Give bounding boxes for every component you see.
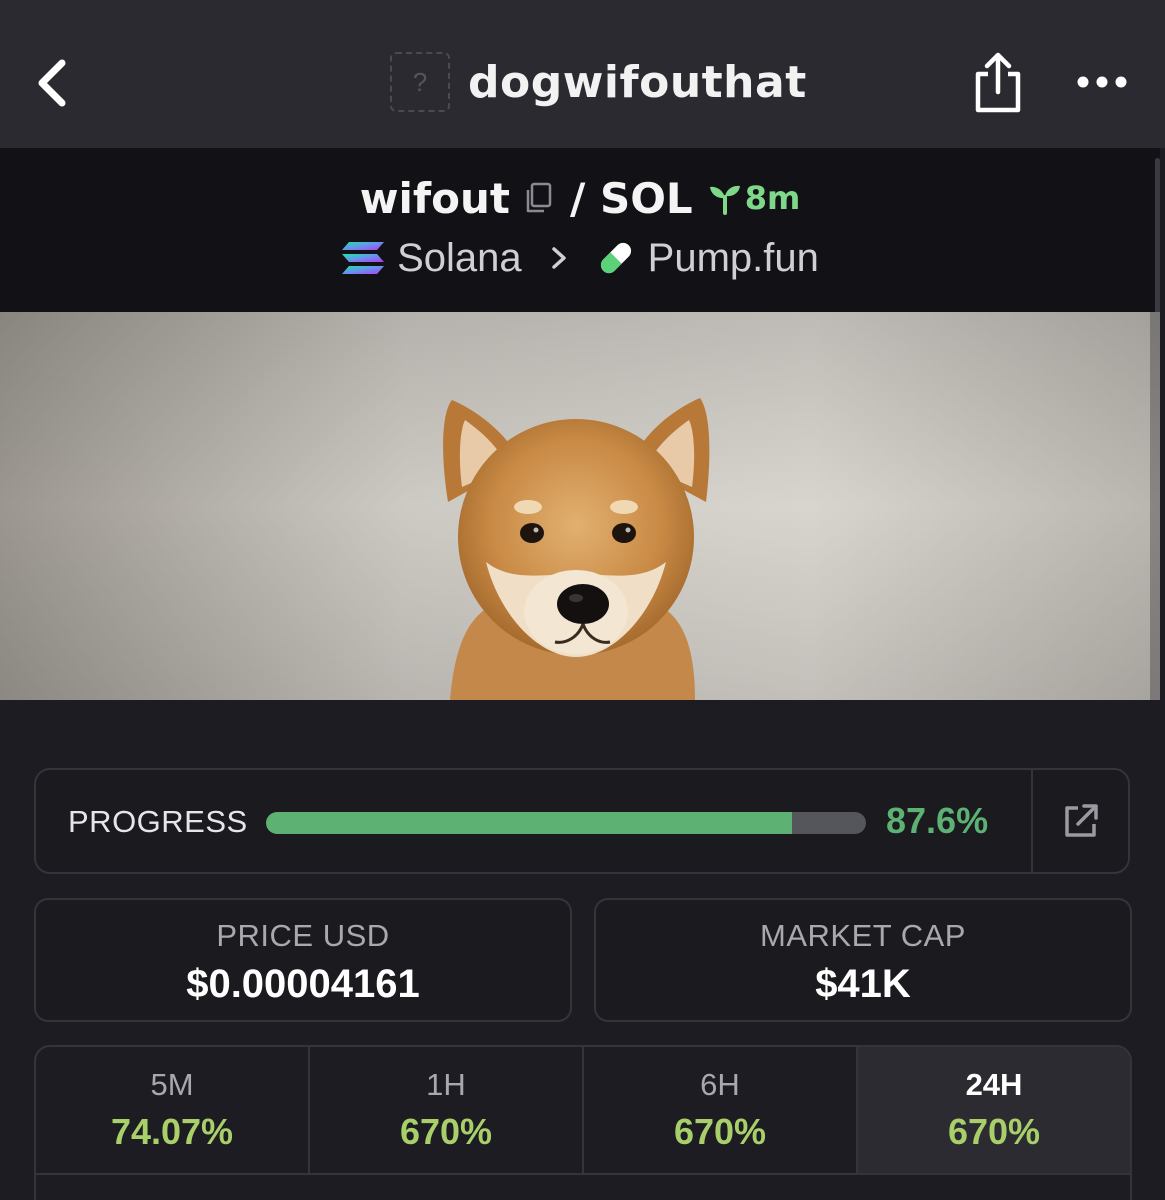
pair-header: wifout / SOL 8m Solana Pump.fun: [0, 148, 1160, 312]
price-usd-label: PRICE USD: [216, 918, 390, 953]
token-avatar: ?: [390, 52, 450, 112]
progress-bar-fill: [266, 812, 792, 834]
market-cap-value: $41K: [815, 962, 911, 1006]
top-nav-bar: ? dogwifouthat: [0, 0, 1165, 148]
pair-quote-symbol: / SOL: [570, 173, 693, 223]
market-cap-card: MARKET CAP $41K: [594, 898, 1132, 1022]
token-banner-image: [0, 312, 1160, 700]
chain-breadcrumb: Solana Pump.fun: [0, 230, 1160, 286]
price-usd-card: PRICE USD $0.00004161: [34, 898, 572, 1022]
price-change-value: 74.07%: [110, 1111, 234, 1152]
tab-24h[interactable]: 24H 670%: [858, 1047, 1130, 1173]
sprout-icon: [709, 185, 740, 215]
price-change-value: 670%: [399, 1111, 493, 1152]
progress-label: PROGRESS: [68, 804, 248, 839]
share-button[interactable]: [970, 50, 1026, 116]
progress-bar: [266, 812, 866, 834]
page-title: dogwifouthat: [468, 56, 807, 108]
more-dots-icon: [1077, 76, 1127, 88]
timeframe-tabs: 5M 74.07% 1H 670% 6H 670% 24H 670%: [34, 1045, 1132, 1175]
divider: [1031, 770, 1033, 872]
timeframe-label: 6H: [700, 1067, 740, 1102]
pill-icon: [600, 242, 631, 274]
pair-age: 8m: [744, 179, 801, 217]
back-button[interactable]: [30, 55, 78, 111]
chevron-right-icon: [551, 247, 566, 269]
solana-logo-icon: [342, 242, 385, 274]
pair-line: wifout / SOL 8m: [0, 170, 1160, 226]
timeframe-label: 24H: [965, 1067, 1023, 1102]
back-chevron-icon: [38, 59, 66, 107]
price-change-value: 670%: [947, 1111, 1041, 1152]
timeframe-label: 5M: [150, 1067, 194, 1102]
pair-base-symbol: wifout: [359, 173, 510, 223]
external-link-icon[interactable]: [1062, 802, 1100, 840]
price-change-value: 670%: [673, 1111, 767, 1152]
chain-name[interactable]: Solana: [397, 236, 522, 281]
dex-name[interactable]: Pump.fun: [648, 236, 819, 281]
more-options-button[interactable]: [1075, 66, 1129, 98]
tab-1h[interactable]: 1H 670%: [310, 1047, 584, 1173]
tab-5m[interactable]: 5M 74.07%: [36, 1047, 310, 1173]
timeframe-label: 1H: [426, 1067, 466, 1102]
shiba-dog-illustration: [0, 312, 1160, 700]
copy-icon[interactable]: [522, 181, 554, 215]
progress-value: 87.6%: [886, 800, 989, 841]
title-group: ? dogwifouthat: [390, 50, 807, 114]
next-section-edge: [34, 1173, 1132, 1200]
share-icon: [975, 52, 1021, 113]
tab-6h[interactable]: 6H 670%: [584, 1047, 858, 1173]
market-cap-label: MARKET CAP: [760, 918, 966, 953]
bonding-progress-card: PROGRESS 87.6%: [34, 768, 1130, 874]
price-usd-value: $0.00004161: [186, 962, 420, 1006]
